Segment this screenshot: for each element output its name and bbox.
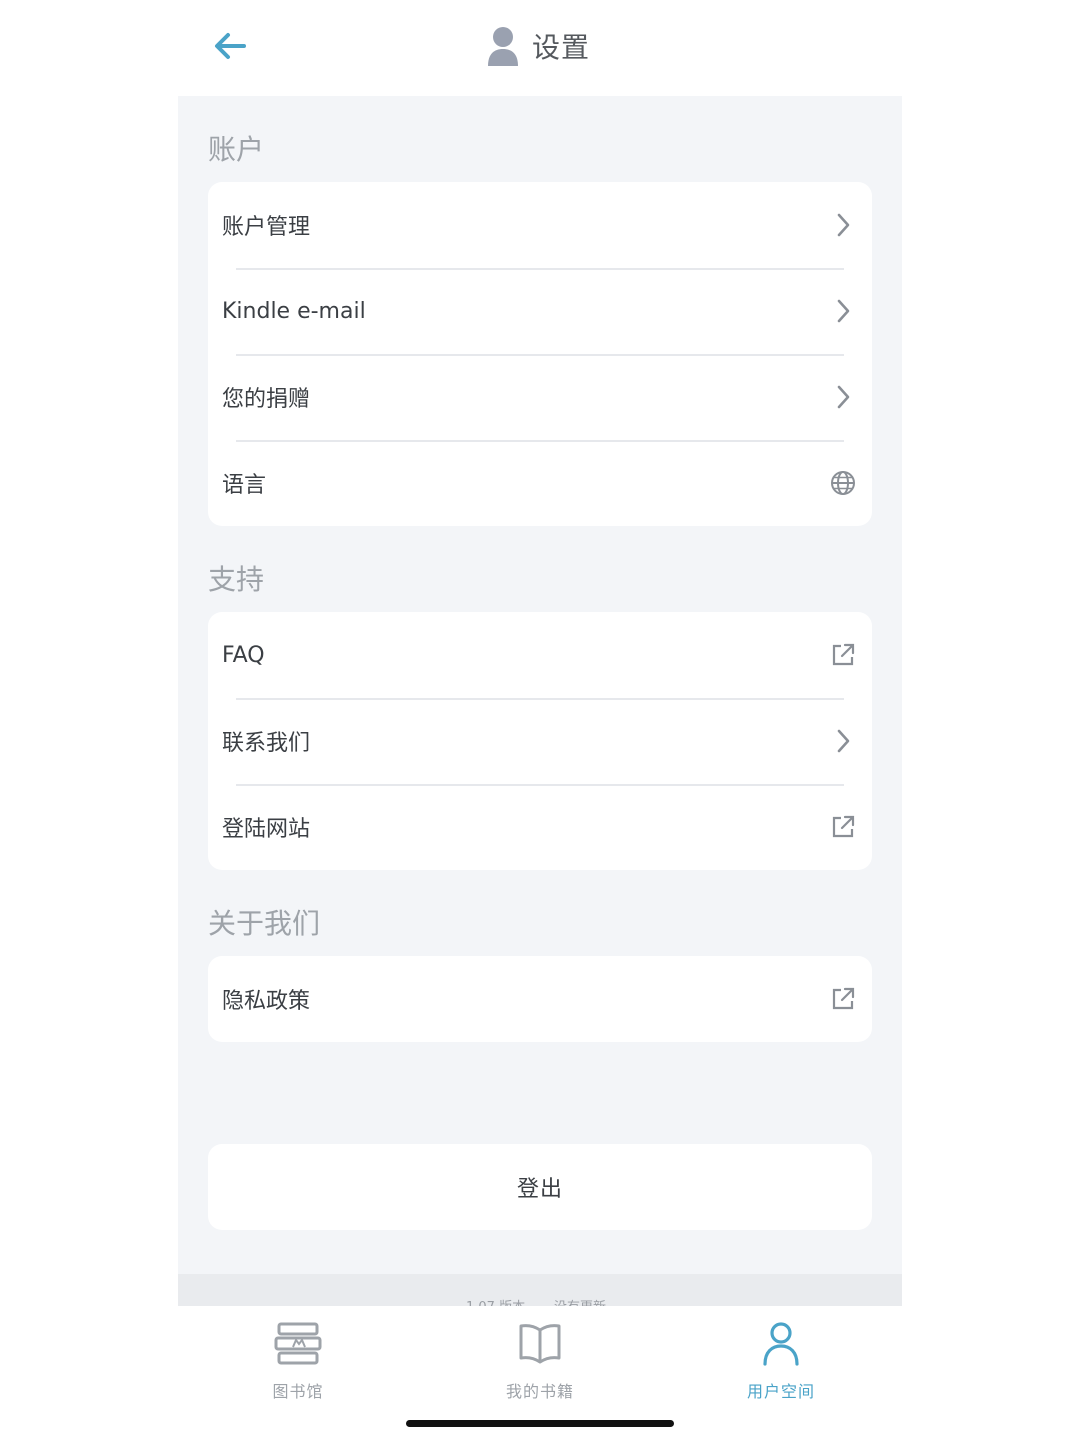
version-text: 1.07 版本: [466, 1296, 525, 1306]
user-icon: [763, 1322, 799, 1366]
back-button[interactable]: [208, 24, 252, 68]
arrow-left-icon: [215, 33, 246, 59]
privacy-policy-row[interactable]: 隐私政策: [208, 956, 872, 1042]
row-label: 账户管理: [222, 215, 311, 240]
language-row[interactable]: 语言: [208, 440, 872, 526]
logout-button[interactable]: 登出: [208, 1144, 872, 1230]
nav-label: 用户空间: [746, 1382, 815, 1401]
account-management-row[interactable]: 账户管理: [208, 182, 872, 268]
kindle-email-row[interactable]: Kindle e-mail: [208, 268, 872, 354]
row-label: 隐私政策: [222, 989, 311, 1014]
nav-label: 我的书籍: [505, 1382, 574, 1401]
nav-item-user-space[interactable]: 用户空间: [701, 1320, 861, 1402]
update-status-text: 没有更新: [554, 1296, 606, 1306]
home-indicator[interactable]: [406, 1420, 674, 1427]
section-title-support: 支持: [208, 563, 265, 596]
login-website-row[interactable]: 登陆网站: [208, 784, 872, 870]
nav-label: 图书馆: [272, 1382, 324, 1401]
chevron-right-icon: [828, 210, 858, 240]
library-icon: [274, 1322, 322, 1365]
logout-label: 登出: [516, 1177, 563, 1202]
settings-screen: 设置 账户 账户管理 Kindle e-mail 您的捐赠 语言 支持 FAQ …: [0, 0, 1080, 1439]
section-title-account: 账户: [208, 133, 265, 166]
external-link-icon: [828, 984, 858, 1014]
settings-content: 账户 账户管理 Kindle e-mail 您的捐赠 语言 支持 FAQ 联系我…: [178, 96, 902, 1274]
row-label: 语言: [222, 473, 267, 498]
avatar-icon: [488, 27, 518, 66]
book-icon: [519, 1324, 561, 1364]
row-label: 您的捐赠: [222, 387, 311, 412]
section-title-about: 关于我们: [208, 907, 321, 940]
about-card: 隐私政策: [208, 956, 872, 1042]
row-label: Kindle e-mail: [222, 298, 366, 324]
nav-item-my-books[interactable]: 我的书籍: [460, 1320, 620, 1402]
chevron-right-icon: [828, 296, 858, 326]
globe-icon: [828, 468, 858, 498]
faq-row[interactable]: FAQ: [208, 612, 872, 698]
row-label: 登陆网站: [222, 817, 311, 842]
donations-row[interactable]: 您的捐赠: [208, 354, 872, 440]
row-label: 联系我们: [222, 731, 311, 756]
chevron-right-icon: [828, 726, 858, 756]
header-title-group: 设置: [486, 22, 590, 70]
account-card: 账户管理 Kindle e-mail 您的捐赠 语言: [208, 182, 872, 526]
row-label: FAQ: [222, 642, 265, 668]
nav-item-library[interactable]: 图书馆: [218, 1320, 378, 1402]
external-link-icon: [828, 640, 858, 670]
contact-us-row[interactable]: 联系我们: [208, 698, 872, 784]
version-strip: 1.07 版本 没有更新: [178, 1274, 902, 1306]
bottom-nav: 图书馆 我的书籍 用户空间: [178, 1306, 902, 1406]
external-link-icon: [828, 812, 858, 842]
support-card: FAQ 联系我们 登陆网站: [208, 612, 872, 870]
header: 设置: [178, 0, 902, 96]
chevron-right-icon: [828, 382, 858, 412]
page-title: 设置: [532, 31, 591, 64]
